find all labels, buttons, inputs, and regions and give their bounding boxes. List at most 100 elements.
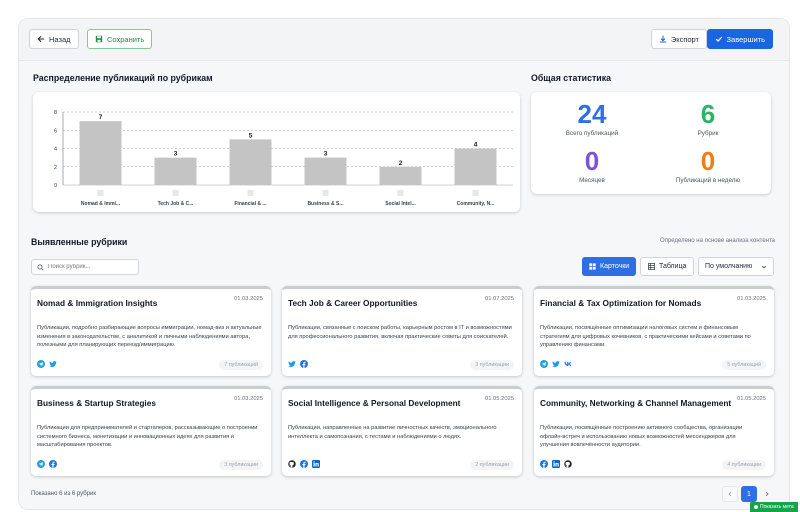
chart-x-tick-label: Tech Job & C... (158, 201, 194, 207)
telegram-icon[interactable] (37, 460, 45, 468)
view-table-button[interactable]: Таблица (640, 257, 695, 276)
stat-months: 0 Месяцев (537, 147, 647, 184)
twitter-icon[interactable] (552, 360, 560, 368)
back-button[interactable]: Назад (29, 29, 79, 49)
rubric-card-title: Social Intelligence & Personal Developme… (288, 398, 461, 408)
rubric-card-date: 01.03.2025 (233, 396, 263, 402)
chart-x-tick-label: Business & S... (307, 201, 344, 207)
stat-label: Всего публикаций (565, 130, 619, 137)
stat-value: 6 (700, 99, 716, 129)
chart-bar-value-label: 3 (324, 151, 328, 158)
pagination-next-button[interactable] (759, 486, 775, 502)
github-icon[interactable] (288, 460, 296, 468)
feedback-label: Показать мета (760, 504, 794, 510)
chart-legend-swatch (322, 190, 329, 196)
save-button[interactable]: Сохранить (87, 29, 153, 49)
rubric-card-title: Financial & Tax Optimization for Nomads (540, 298, 702, 308)
twitter-icon[interactable] (49, 360, 57, 368)
view-cards-label: Карточки (600, 263, 630, 270)
facebook-icon[interactable] (300, 460, 308, 468)
rubric-card-description: Публикации, направленные на развитие лич… (288, 425, 497, 440)
search-input[interactable] (48, 264, 138, 270)
check-icon (715, 36, 722, 42)
chevron-left-icon (728, 491, 732, 497)
export-button[interactable]: Экспорт (650, 29, 707, 49)
rubric-card-description: Публикации, подробно разбирающие вопросы… (37, 325, 262, 349)
chart-bar-value-label: 4 (474, 142, 478, 149)
feedback-tab[interactable]: Показать мета (750, 502, 798, 512)
chart-y-tick-label: 2 (54, 165, 57, 171)
sort-select[interactable]: По умолчанию (698, 257, 774, 276)
chart-bar-value-label: 5 (249, 132, 253, 139)
vk-icon[interactable] (564, 360, 572, 368)
rubric-card-count: 4 публикации (722, 460, 766, 470)
stats-title: Общая статистика (531, 73, 611, 83)
rubric-card-date: 01.07.2025 (484, 296, 514, 302)
rubric-card[interactable]: Financial & Tax Optimization for Nomads 0… (534, 286, 774, 376)
stat-publications-per-week: 0 Публикаций в неделю (653, 147, 763, 184)
grid-icon (589, 263, 596, 270)
rubric-card-title: Tech Job & Career Opportunities (288, 298, 418, 308)
view-cards-button[interactable]: Карточки (582, 257, 637, 276)
rubric-card[interactable]: Social Intelligence & Personal Developme… (282, 386, 522, 476)
rubric-card[interactable]: Tech Job & Career Opportunities 01.07.202… (282, 286, 522, 376)
rubric-card-count: 3 публикации (470, 360, 514, 370)
chart-y-tick-label: 8 (54, 110, 57, 116)
chart-legend-swatch (97, 190, 104, 196)
chevron-down-icon (761, 265, 767, 268)
chart-bar (379, 166, 422, 185)
facebook-icon[interactable] (49, 460, 57, 468)
rubric-card-title: Community, Networking & Channel Manageme… (540, 398, 732, 408)
category-chart-card: 0 2 4 6 8 7 Nomad & Immi... 3 Tech Job & C... 5 Fi… (33, 92, 520, 212)
social-icons (540, 360, 572, 368)
chart-x-tick-label: Social Intel... (385, 201, 416, 207)
rubrics-hint: Определено на основе анализа контента (660, 238, 775, 244)
stat-label: Месяцев (579, 177, 605, 184)
stat-rubrics: 6 Рубрик (653, 100, 763, 137)
sort-select-value: По умолчанию (705, 263, 753, 270)
pagination-prev-button[interactable] (722, 486, 738, 502)
stat-label: Публикаций в неделю (675, 177, 741, 184)
chart-section-title: Распределение публикаций по рубрикам (33, 73, 213, 83)
chart-y-tick-label: 0 (54, 183, 57, 189)
telegram-icon[interactable] (37, 360, 45, 368)
github-icon[interactable] (564, 460, 572, 468)
social-icons (37, 360, 57, 368)
telegram-icon[interactable] (540, 360, 548, 368)
chevron-right-icon (765, 491, 769, 497)
top-toolbar: Назад Сохранить Экспорт Завершить (19, 19, 789, 61)
facebook-icon[interactable] (540, 460, 548, 468)
feedback-dot-icon (754, 505, 758, 509)
category-bar-chart: 0 2 4 6 8 7 Nomad & Immi... 3 Tech Job & C... 5 Fi… (54, 110, 513, 207)
rubric-card-description: Публикации, посвящённые построению актив… (540, 425, 743, 449)
linkedin-icon[interactable] (552, 460, 560, 468)
facebook-icon[interactable] (300, 360, 308, 368)
twitter-icon[interactable] (288, 360, 296, 368)
view-table-label: Таблица (659, 263, 687, 270)
rubrics-title: Выявленные рубрики (31, 237, 128, 247)
rubric-search[interactable] (31, 259, 139, 275)
table-icon (648, 263, 655, 270)
back-button-label: Назад (49, 34, 71, 44)
chart-bar (79, 121, 122, 185)
linkedin-icon[interactable] (312, 460, 320, 468)
finish-button-label: Завершить (726, 34, 766, 44)
chart-legend-swatch (172, 190, 179, 196)
rubric-card[interactable]: Business & Startup Strategies 01.03.2025 П… (31, 386, 271, 476)
rubric-card-description: Публикации, связанные с поиском работы, … (288, 325, 512, 340)
rubric-card-date: 01.03.2025 (736, 296, 766, 302)
download-icon (659, 35, 667, 43)
chart-legend-swatch (472, 190, 479, 196)
social-icons (540, 460, 572, 468)
pagination-page-button[interactable]: 1 (741, 486, 757, 502)
rubric-card[interactable]: Nomad & Immigration Insights 01.03.2025 Пу… (31, 286, 271, 376)
stat-value: 0 (700, 146, 716, 176)
finish-button[interactable]: Завершить (706, 29, 773, 49)
rubric-card[interactable]: Community, Networking & Channel Manageme… (534, 386, 774, 476)
chart-bar (304, 157, 347, 185)
rubric-card-description: Публикации, посвящённые оптимизации нало… (540, 325, 751, 349)
stat-value: 0 (584, 146, 600, 176)
rubric-card-date: 01.03.2025 (233, 296, 263, 302)
chart-x-tick-label: Community, N... (457, 201, 495, 207)
app-frame: Назад Сохранить Экспорт Завершить Распре… (18, 18, 790, 510)
